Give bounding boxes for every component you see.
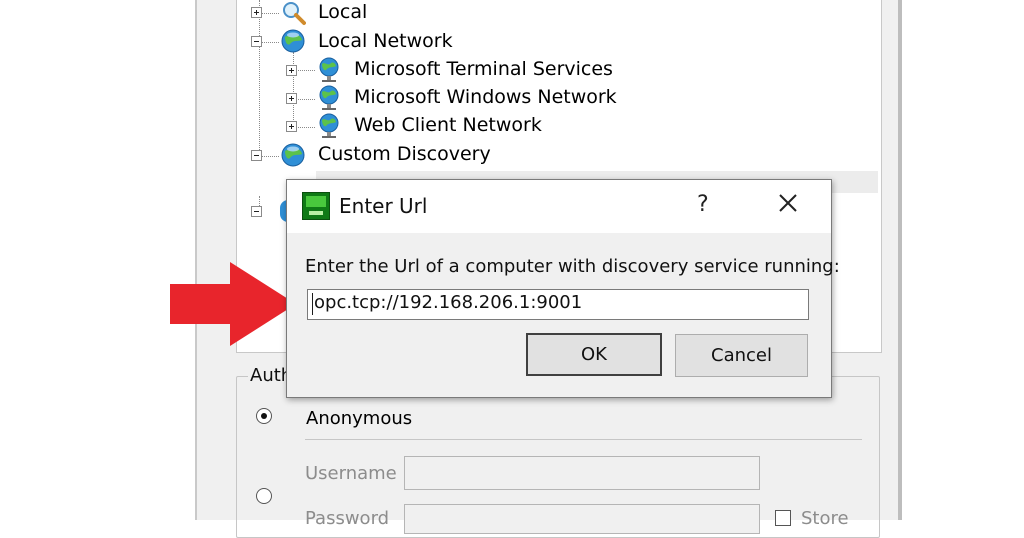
- red-arrow-icon: [170, 262, 296, 346]
- window-border-right: [898, 0, 902, 520]
- globe-network-icon: [319, 85, 339, 110]
- url-input[interactable]: opc.tcp://192.168.206.1:9001: [307, 289, 809, 320]
- expand-toggle[interactable]: [286, 121, 297, 132]
- close-icon[interactable]: [775, 190, 801, 216]
- collapse-toggle[interactable]: [251, 150, 262, 161]
- expand-toggle[interactable]: [251, 7, 262, 18]
- anonymous-radio[interactable]: [256, 408, 272, 424]
- ok-button[interactable]: OK: [526, 333, 662, 376]
- tree-item-custom-discovery[interactable]: Custom Discovery: [318, 143, 491, 165]
- credentials-radio[interactable]: [256, 488, 272, 504]
- dialog-title: Enter Url: [339, 194, 428, 218]
- store-checkbox[interactable]: [775, 510, 791, 526]
- globe-network-icon: [281, 143, 305, 167]
- globe-network-icon: [319, 113, 339, 138]
- magnifier-icon: [283, 2, 306, 25]
- globe-network-icon: [281, 29, 305, 53]
- tree-connector: [259, 0, 260, 160]
- tree-item-web-client-network[interactable]: Web Client Network: [354, 114, 542, 136]
- dialog-prompt: Enter the Url of a computer with discove…: [305, 256, 840, 277]
- divider: [305, 439, 862, 440]
- tree-connector: [293, 52, 294, 128]
- password-label: Password: [305, 508, 390, 529]
- help-button[interactable]: ?: [697, 192, 709, 217]
- app-icon: [302, 192, 330, 220]
- tree-connector: [259, 13, 279, 14]
- expand-toggle[interactable]: [286, 93, 297, 104]
- enter-url-dialog: Enter Url ? Enter the Url of a computer …: [286, 179, 840, 398]
- tree-item-local-network[interactable]: Local Network: [318, 30, 453, 52]
- tree-item-windows-network[interactable]: Microsoft Windows Network: [354, 86, 617, 108]
- globe-network-icon: [319, 57, 339, 82]
- username-label: Username: [305, 463, 397, 484]
- store-label: Store: [801, 508, 849, 529]
- window-border-left: [195, 0, 197, 520]
- password-field[interactable]: [404, 504, 760, 534]
- expand-toggle[interactable]: [286, 65, 297, 76]
- tree-item-local[interactable]: Local: [318, 1, 367, 23]
- collapse-toggle[interactable]: [251, 206, 262, 217]
- anonymous-label: Anonymous: [306, 408, 413, 429]
- cancel-button[interactable]: Cancel: [675, 334, 808, 377]
- tree-connector: [259, 42, 279, 43]
- dialog-titlebar[interactable]: Enter Url ?: [287, 180, 831, 233]
- tree-item-terminal-services[interactable]: Microsoft Terminal Services: [354, 58, 613, 80]
- tree-connector: [259, 156, 279, 157]
- username-field[interactable]: [404, 456, 760, 490]
- collapse-toggle[interactable]: [251, 36, 262, 47]
